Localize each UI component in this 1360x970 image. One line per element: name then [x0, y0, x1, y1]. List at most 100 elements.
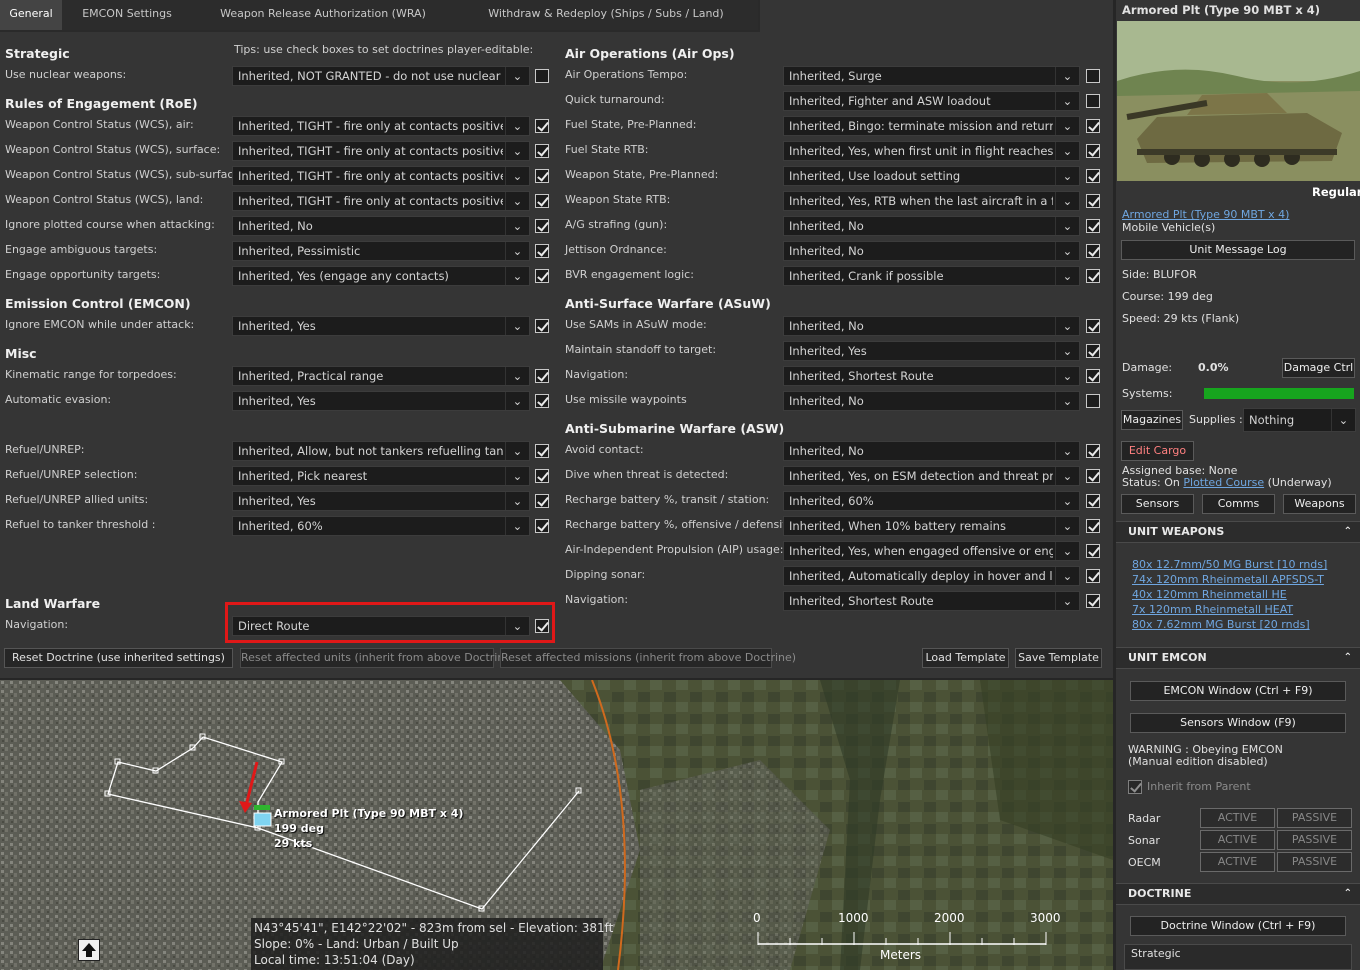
right-checkbox-5[interactable]: [1086, 194, 1100, 208]
left-select-3[interactable]: Inherited, TIGHT - fire only at contacts…: [232, 166, 530, 186]
weapon-link-1[interactable]: 74x 120mm Rheinmetall APFSDS-T: [1132, 573, 1324, 586]
left-checkbox-10[interactable]: [535, 394, 549, 408]
status-plotted-course-link[interactable]: Plotted Course: [1183, 476, 1264, 489]
reset-units-button[interactable]: Reset affected units (inherit from above…: [240, 648, 515, 668]
unit-weapons-header[interactable]: UNIT WEAPONS ⌃: [1116, 521, 1360, 543]
left-checkbox-7[interactable]: [535, 269, 549, 283]
left-select-8[interactable]: Inherited, Yes ⌄: [232, 316, 530, 336]
emcon-passive-button-2[interactable]: PASSIVE: [1277, 852, 1352, 872]
weapon-link-2[interactable]: 40x 120mm Rheinmetall HE: [1132, 588, 1287, 601]
damage-ctrl-button[interactable]: Damage Ctrl: [1282, 358, 1355, 378]
right-checkbox-2[interactable]: [1086, 119, 1100, 133]
unit-message-log-button[interactable]: Unit Message Log: [1121, 240, 1355, 260]
right-checkbox-4[interactable]: [1086, 169, 1100, 183]
emcon-passive-button-0[interactable]: PASSIVE: [1277, 808, 1352, 828]
left-checkbox-6[interactable]: [535, 244, 549, 258]
right-select-7[interactable]: Inherited, No ⌄: [783, 241, 1080, 261]
right-checkbox-12[interactable]: [1086, 394, 1100, 408]
reset-missions-button[interactable]: Reset affected missions (inherit from ab…: [500, 648, 796, 668]
left-select-13[interactable]: Inherited, Yes ⌄: [232, 491, 530, 511]
right-select-18[interactable]: Inherited, Automatically deploy in hover…: [783, 566, 1080, 586]
right-checkbox-10[interactable]: [1086, 344, 1100, 358]
right-select-10[interactable]: Inherited, Yes ⌄: [783, 341, 1080, 361]
right-select-17[interactable]: Inherited, Yes, when engaged offensive o…: [783, 541, 1080, 561]
left-checkbox-4[interactable]: [535, 194, 549, 208]
left-select-12[interactable]: Inherited, Pick nearest ⌄: [232, 466, 530, 486]
weapon-link-4[interactable]: 80x 7.62mm MG Burst [20 rnds]: [1132, 618, 1310, 631]
tab-emcon-settings[interactable]: EMCON Settings: [62, 0, 192, 30]
right-select-16[interactable]: Inherited, When 10% battery remains ⌄: [783, 516, 1080, 536]
comms-button[interactable]: Comms: [1202, 494, 1275, 514]
weapon-link-0[interactable]: 80x 12.7mm/50 MG Burst [10 rnds]: [1132, 558, 1327, 571]
left-checkbox-8[interactable]: [535, 319, 549, 333]
sensors-button[interactable]: Sensors: [1121, 494, 1194, 514]
left-checkbox-1[interactable]: [535, 119, 549, 133]
right-checkbox-13[interactable]: [1086, 444, 1100, 458]
right-select-11[interactable]: Inherited, Shortest Route ⌄: [783, 366, 1080, 386]
map-home-button[interactable]: [78, 939, 100, 961]
right-checkbox-11[interactable]: [1086, 369, 1100, 383]
magazines-button[interactable]: Magazines: [1121, 410, 1183, 430]
right-checkbox-3[interactable]: [1086, 144, 1100, 158]
right-checkbox-17[interactable]: [1086, 544, 1100, 558]
emcon-active-button-2[interactable]: ACTIVE: [1200, 852, 1275, 872]
right-select-19[interactable]: Inherited, Shortest Route ⌄: [783, 591, 1080, 611]
right-checkbox-7[interactable]: [1086, 244, 1100, 258]
right-checkbox-19[interactable]: [1086, 594, 1100, 608]
emcon-passive-button-1[interactable]: PASSIVE: [1277, 830, 1352, 850]
weapon-link-3[interactable]: 7x 120mm Rheinmetall HEAT: [1132, 603, 1293, 616]
weapons-button[interactable]: Weapons: [1283, 494, 1356, 514]
left-checkbox-14[interactable]: [535, 519, 549, 533]
collapse-icon[interactable]: ⌃: [1344, 522, 1352, 542]
right-checkbox-15[interactable]: [1086, 494, 1100, 508]
left-checkbox-13[interactable]: [535, 494, 549, 508]
collapse-icon[interactable]: ⌃: [1344, 884, 1352, 904]
right-checkbox-6[interactable]: [1086, 219, 1100, 233]
left-checkbox-5[interactable]: [535, 219, 549, 233]
left-select-9[interactable]: Inherited, Practical range ⌄: [232, 366, 530, 386]
right-select-3[interactable]: Inherited, Yes, when first unit in fligh…: [783, 141, 1080, 161]
left-select-2[interactable]: Inherited, TIGHT - fire only at contacts…: [232, 141, 530, 161]
doctrine-window-button[interactable]: Doctrine Window (Ctrl + F9): [1130, 916, 1346, 936]
emcon-window-button[interactable]: EMCON Window (Ctrl + F9): [1130, 681, 1346, 701]
save-template-button[interactable]: Save Template: [1015, 648, 1102, 668]
left-checkbox-3[interactable]: [535, 169, 549, 183]
left-checkbox-0[interactable]: [535, 69, 549, 83]
right-select-8[interactable]: Inherited, Crank if possible ⌄: [783, 266, 1080, 286]
emcon-active-button-0[interactable]: ACTIVE: [1200, 808, 1275, 828]
right-select-12[interactable]: Inherited, No ⌄: [783, 391, 1080, 411]
left-select-7[interactable]: Inherited, Yes (engage any contacts) ⌄: [232, 266, 530, 286]
collapse-icon[interactable]: ⌃: [1344, 648, 1352, 668]
left-select-11[interactable]: Inherited, Allow, but not tankers refuel…: [232, 441, 530, 461]
right-checkbox-18[interactable]: [1086, 569, 1100, 583]
right-select-2[interactable]: Inherited, Bingo: terminate mission and …: [783, 116, 1080, 136]
supplies-select[interactable]: Nothing ⌄: [1243, 408, 1356, 432]
right-checkbox-8[interactable]: [1086, 269, 1100, 283]
inherit-parent-checkbox[interactable]: [1128, 780, 1142, 794]
right-select-9[interactable]: Inherited, No ⌄: [783, 316, 1080, 336]
right-select-13[interactable]: Inherited, No ⌄: [783, 441, 1080, 461]
right-select-0[interactable]: Inherited, Surge ⌄: [783, 66, 1080, 86]
right-checkbox-1[interactable]: [1086, 94, 1100, 108]
tab-withdraw-redeploy[interactable]: Withdraw & Redeploy (Ships / Subs / Land…: [454, 0, 758, 30]
left-checkbox-11[interactable]: [535, 444, 549, 458]
left-select-14[interactable]: Inherited, 60% ⌄: [232, 516, 530, 536]
left-select-5[interactable]: Inherited, No ⌄: [232, 216, 530, 236]
right-select-5[interactable]: Inherited, Yes, RTB when the last aircra…: [783, 191, 1080, 211]
unit-emcon-header[interactable]: UNIT EMCON ⌃: [1116, 647, 1360, 669]
left-checkbox-12[interactable]: [535, 469, 549, 483]
load-template-button[interactable]: Load Template: [922, 648, 1009, 668]
left-select-10[interactable]: Inherited, Yes ⌄: [232, 391, 530, 411]
right-select-4[interactable]: Inherited, Use loadout setting ⌄: [783, 166, 1080, 186]
left-select-1[interactable]: Inherited, TIGHT - fire only at contacts…: [232, 116, 530, 136]
right-checkbox-16[interactable]: [1086, 519, 1100, 533]
right-checkbox-9[interactable]: [1086, 319, 1100, 333]
left-select-6[interactable]: Inherited, Pessimistic ⌄: [232, 241, 530, 261]
right-select-15[interactable]: Inherited, 60% ⌄: [783, 491, 1080, 511]
right-select-14[interactable]: Inherited, Yes, on ESM detection and thr…: [783, 466, 1080, 486]
emcon-active-button-1[interactable]: ACTIVE: [1200, 830, 1275, 850]
right-select-6[interactable]: Inherited, No ⌄: [783, 216, 1080, 236]
unit-class-link[interactable]: Armored Plt (Type 90 MBT x 4): [1122, 208, 1289, 221]
right-select-1[interactable]: Inherited, Fighter and ASW loadout ⌄: [783, 91, 1080, 111]
reset-doctrine-button[interactable]: Reset Doctrine (use inherited settings): [4, 648, 233, 668]
